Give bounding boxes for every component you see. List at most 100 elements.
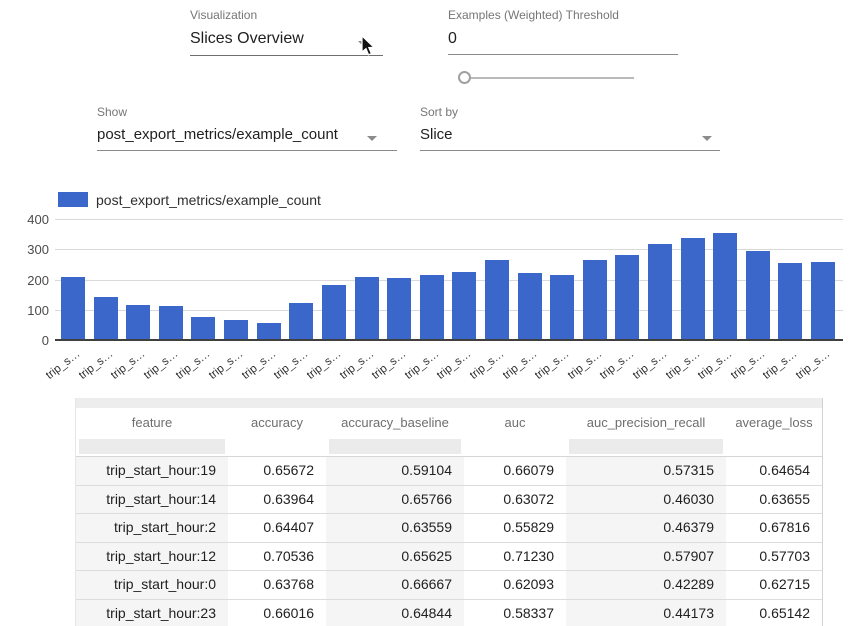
bar[interactable] (550, 275, 574, 340)
visualization-label: Visualization (190, 8, 383, 22)
show-label: Show (97, 105, 397, 119)
gridline (55, 219, 843, 220)
metric-cell: 0.57315 (566, 457, 726, 485)
metric-cell: 0.66079 (464, 457, 566, 485)
metric-cell: 0.57907 (566, 543, 726, 571)
metric-cell: 0.62715 (726, 571, 822, 599)
bar[interactable] (583, 260, 607, 340)
metric-cell: 0.62093 (464, 571, 566, 599)
threshold-input[interactable]: 0 (448, 30, 678, 48)
table-filter-cell (76, 436, 228, 456)
table-row[interactable]: trip_start_hour:120.705360.656250.712300… (76, 543, 822, 572)
table-header-cell[interactable]: auc (464, 415, 566, 430)
table-row[interactable]: trip_start_hour:190.656720.591040.660790… (76, 457, 822, 486)
y-axis-tick: 200 (9, 273, 49, 288)
bar[interactable] (355, 277, 379, 340)
metric-cell: 0.65625 (326, 543, 464, 571)
feature-cell: trip_start_hour:0 (76, 571, 228, 599)
slider-track[interactable] (458, 77, 634, 79)
metric-cell: 0.63559 (326, 514, 464, 542)
feature-cell: trip_start_hour:14 (76, 486, 228, 514)
bar[interactable] (648, 244, 672, 340)
table-header-cell[interactable]: accuracy (228, 415, 326, 430)
bar[interactable] (811, 262, 835, 340)
metric-cell: 0.63768 (228, 571, 326, 599)
table-filter-input[interactable] (329, 439, 461, 454)
feature-cell: trip_start_hour:19 (76, 457, 228, 485)
chevron-down-icon[interactable] (367, 136, 377, 141)
metric-cell: 0.63964 (228, 486, 326, 514)
table-header-cell[interactable]: average_loss (726, 415, 822, 430)
table-filter-cell (228, 436, 326, 456)
metric-cell: 0.67816 (726, 514, 822, 542)
table-filter-cell (726, 436, 822, 456)
bar[interactable] (518, 273, 542, 341)
metric-cell: 0.65766 (326, 486, 464, 514)
y-axis-tick: 400 (9, 212, 49, 227)
feature-cell: trip_start_hour:12 (76, 543, 228, 571)
metric-cell: 0.59104 (326, 457, 464, 485)
bar[interactable] (746, 251, 770, 340)
bar[interactable] (126, 305, 150, 340)
sortby-value[interactable]: Slice (420, 126, 720, 143)
metric-cell: 0.66016 (228, 600, 326, 626)
bar[interactable] (485, 260, 509, 341)
bar[interactable] (61, 277, 85, 340)
table-row[interactable]: trip_start_hour:140.639640.657660.630720… (76, 486, 822, 515)
metric-cell: 0.55829 (464, 514, 566, 542)
table-header-cell[interactable]: feature (76, 415, 228, 430)
bar[interactable] (778, 263, 802, 340)
bar[interactable] (713, 233, 737, 340)
bar[interactable] (615, 255, 639, 340)
bar[interactable] (224, 320, 248, 340)
bar[interactable] (322, 285, 346, 340)
show-value[interactable]: post_export_metrics/example_count (97, 126, 397, 143)
mouse-cursor-icon (360, 35, 376, 57)
metric-cell: 0.64844 (326, 600, 464, 626)
bar[interactable] (191, 317, 215, 340)
bar[interactable] (420, 275, 444, 340)
bar[interactable] (387, 278, 411, 340)
slices-bar-chart: post_export_metrics/example_count 400300… (0, 185, 863, 395)
table-header-row: featureaccuracyaccuracy_baselineaucauc_p… (76, 408, 822, 436)
x-axis-line (55, 339, 843, 341)
show-dropdown[interactable]: Show post_export_metrics/example_count (97, 105, 397, 151)
bar[interactable] (681, 238, 705, 340)
metric-cell: 0.64407 (228, 514, 326, 542)
metric-cell: 0.58337 (464, 600, 566, 626)
bar[interactable] (452, 272, 476, 340)
metric-cell: 0.46030 (566, 486, 726, 514)
table-row[interactable]: trip_start_hour:20.644070.635590.558290.… (76, 514, 822, 543)
metric-cell: 0.70536 (228, 543, 326, 571)
chevron-down-icon[interactable] (702, 136, 712, 141)
metric-cell: 0.44173 (566, 600, 726, 626)
bar[interactable] (94, 297, 118, 340)
bar[interactable] (159, 306, 183, 340)
metric-cell: 0.71230 (464, 543, 566, 571)
metric-cell: 0.57703 (726, 543, 822, 571)
y-axis-tick: 300 (9, 242, 49, 257)
table-row[interactable]: trip_start_hour:230.660160.648440.583370… (76, 600, 822, 626)
feature-cell: trip_start_hour:23 (76, 600, 228, 626)
visualization-value[interactable]: Slices Overview (190, 30, 383, 48)
table-top-sliver (76, 398, 822, 408)
y-axis-tick: 0 (9, 333, 49, 348)
threshold-label: Examples (Weighted) Threshold (448, 8, 678, 22)
threshold-slider[interactable] (458, 71, 634, 86)
table-row[interactable]: trip_start_hour:00.637680.666670.620930.… (76, 571, 822, 600)
bar[interactable] (257, 323, 281, 341)
metric-cell: 0.46379 (566, 514, 726, 542)
table-filter-input[interactable] (79, 439, 225, 454)
threshold-field[interactable]: Examples (Weighted) Threshold 0 (448, 8, 678, 55)
sortby-dropdown[interactable]: Sort by Slice (420, 105, 720, 151)
slider-handle[interactable] (458, 71, 471, 84)
bar[interactable] (289, 303, 313, 340)
table-header-cell[interactable]: accuracy_baseline (326, 415, 464, 430)
table-header-cell[interactable]: auc_precision_recall (566, 415, 726, 430)
metric-cell: 0.65142 (726, 600, 822, 626)
table-filter-cell (464, 436, 566, 456)
table-filter-cell (326, 436, 464, 456)
visualization-dropdown[interactable]: Visualization Slices Overview (190, 8, 383, 56)
table-filter-input[interactable] (569, 439, 723, 454)
metric-cell: 0.42289 (566, 571, 726, 599)
